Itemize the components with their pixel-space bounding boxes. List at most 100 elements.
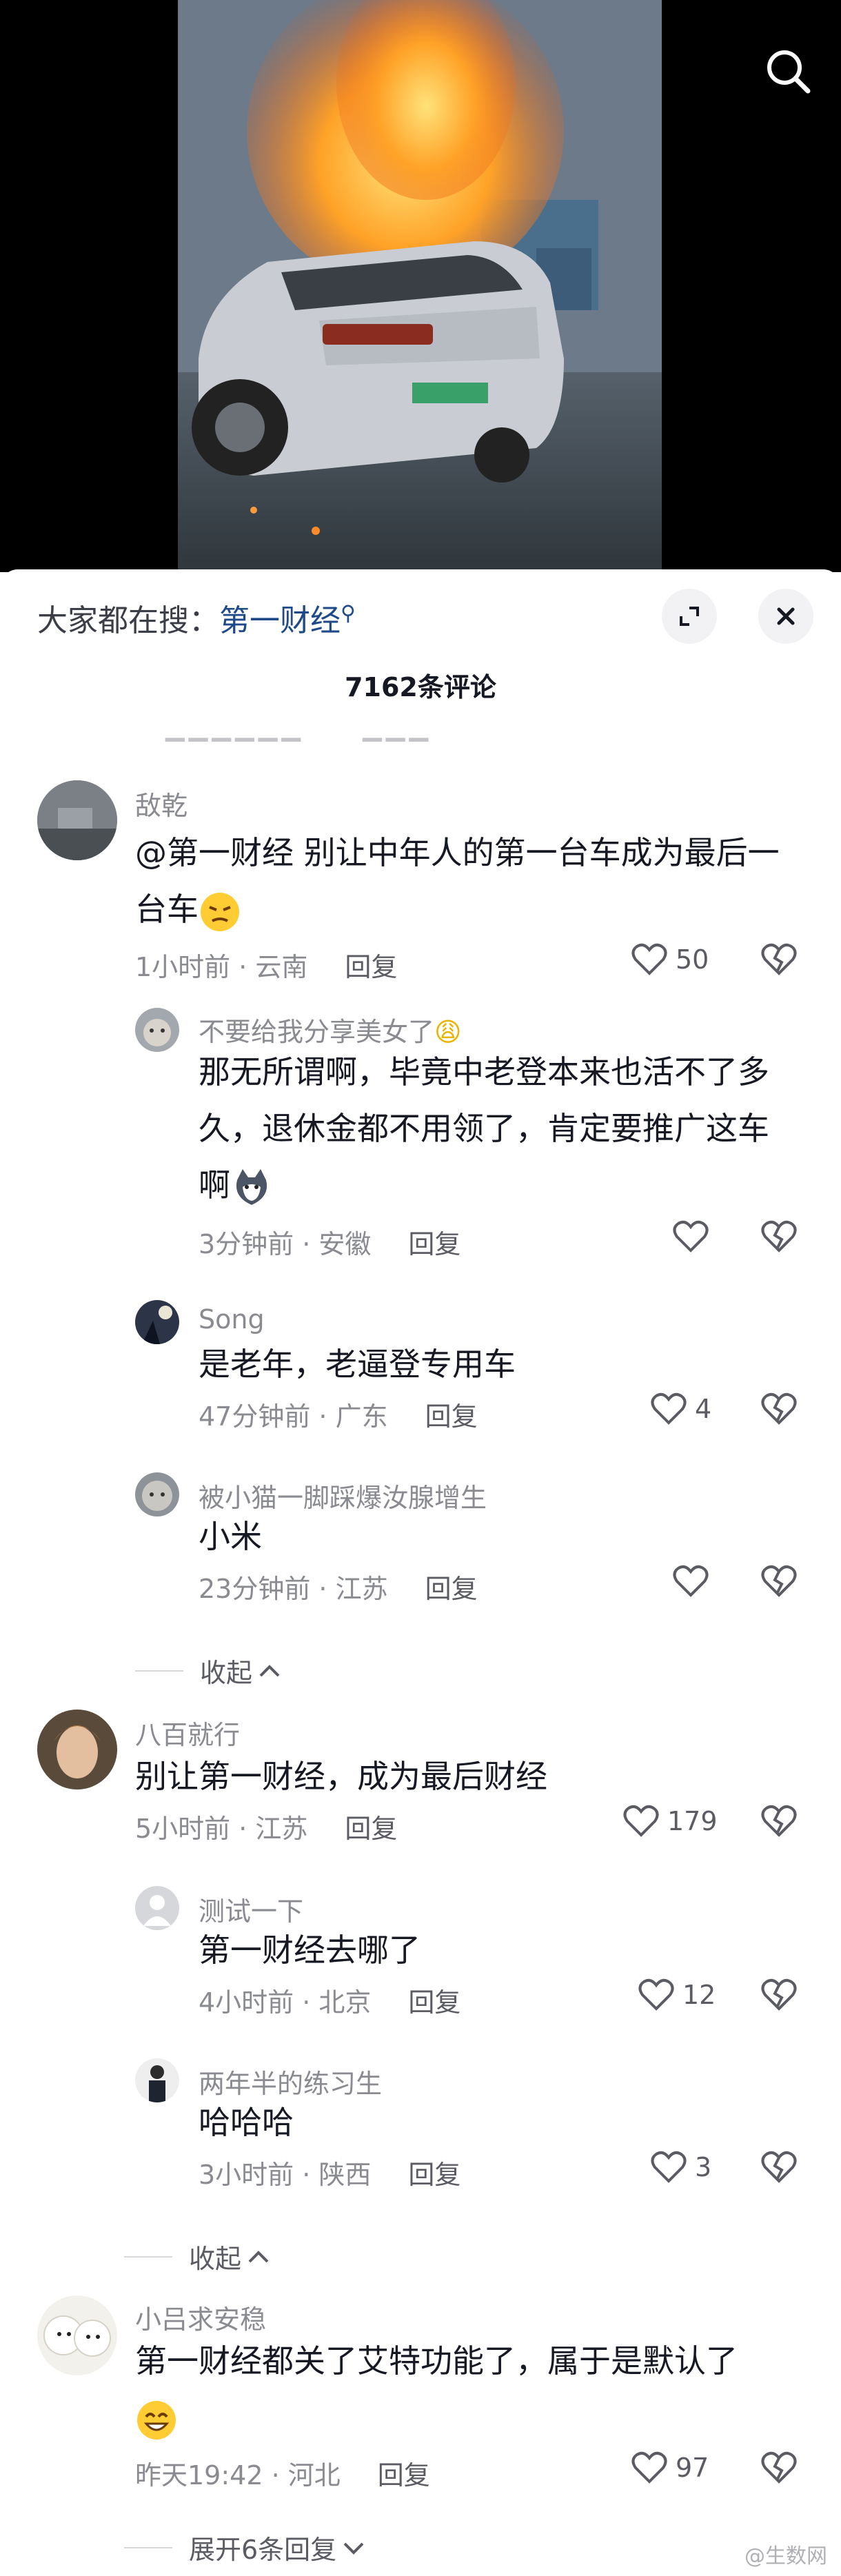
- reply-button[interactable]: 回复: [425, 1574, 478, 1604]
- annoyed-emoji-icon: [201, 892, 239, 931]
- broken-heart-icon: [761, 1978, 797, 2011]
- divider: [124, 2255, 172, 2258]
- like-button[interactable]: [673, 1565, 717, 1598]
- reply-text-line: 久，退休金都不用领了，肯定要推广这车: [199, 1110, 769, 1147]
- like-count: 4: [695, 1394, 712, 1424]
- reply-button[interactable]: 回复: [408, 1229, 460, 1259]
- person-avatar: [135, 2058, 179, 2102]
- reply-text-line: 小米: [199, 1518, 262, 1555]
- username[interactable]: Song: [199, 1304, 265, 1335]
- trending-search[interactable]: 大家都在搜：第一财经⚲: [37, 596, 356, 640]
- reply-button[interactable]: 回复: [425, 1401, 478, 1432]
- reply-button[interactable]: 回复: [345, 952, 397, 982]
- heart-icon: [673, 1220, 709, 1252]
- like-button[interactable]: 4: [651, 1392, 711, 1426]
- username[interactable]: 敌乾: [135, 784, 188, 822]
- reply-meta: 3分钟前 · 安徽 回复: [199, 1223, 460, 1261]
- like-button[interactable]: 97: [631, 2451, 709, 2484]
- avatar[interactable]: [135, 1300, 179, 1344]
- username[interactable]: 不要给我分享美女了😩: [199, 1011, 462, 1048]
- like-button[interactable]: [673, 1220, 717, 1253]
- comment-text-line: 第一财经都关了艾特功能了，属于是默认了: [135, 2342, 738, 2380]
- like-count: 50: [676, 944, 709, 975]
- trending-search-term[interactable]: 第一财经: [219, 603, 341, 638]
- faded-scroll-text: ▁▁▁▁▁▁ ▁▁▁: [165, 713, 433, 742]
- reply-text-line: 是老年，老逼登专用车: [199, 1346, 516, 1383]
- broken-heart-icon: [761, 1220, 797, 1252]
- comment-sheet: 大家都在搜：第一财经⚲ 7162条评论 ▁▁▁▁▁▁ ▁▁▁ 敌乾 @第一财经 …: [0, 569, 841, 2576]
- search-button[interactable]: [760, 43, 818, 101]
- avatar[interactable]: [135, 1886, 179, 1930]
- burning-car-image: [178, 0, 662, 572]
- reply-text-line: 第一财经去哪了: [199, 1931, 420, 1969]
- like-button[interactable]: 3: [651, 2151, 711, 2184]
- collapse-replies-button[interactable]: 收起: [135, 1652, 281, 1690]
- comment-meta: 5小时前 · 江苏 回复: [135, 1807, 397, 1845]
- comment-meta: 1小时前 · 云南 回复: [135, 946, 397, 984]
- reply-button[interactable]: 回复: [378, 2460, 430, 2491]
- avatar[interactable]: [135, 1008, 179, 1052]
- reply-button[interactable]: 回复: [408, 1987, 460, 2018]
- expand-replies-button[interactable]: 展开6条回复: [124, 2528, 365, 2566]
- comment-count: 7162条评论: [345, 672, 496, 702]
- reply-time-location: 4小时前 · 北京: [199, 1987, 372, 2018]
- comment-text-end: 台车: [135, 891, 199, 928]
- avatar[interactable]: [37, 1710, 117, 1789]
- default-avatar: [135, 1886, 179, 1930]
- cat-avatar: [135, 1008, 179, 1052]
- reply-meta: 23分钟前 · 江苏 回复: [199, 1568, 478, 1605]
- dislike-button[interactable]: [761, 1565, 797, 1601]
- broken-heart-icon: [761, 1565, 797, 1597]
- comment-text-line-2: 台车: [135, 881, 811, 937]
- reply-button[interactable]: 回复: [345, 1814, 397, 1844]
- reply-meta: 3小时前 · 陕西 回复: [199, 2153, 460, 2191]
- trending-search-prefix: 大家都在搜：: [37, 603, 219, 638]
- expand-icon: [680, 607, 699, 626]
- reply-text: 那无所谓啊，毕竟中老登本来也活不了多 久，退休金都不用领了，肯定要推广这车 啊: [199, 1044, 819, 1213]
- comment-text: 别让第一财经，成为最后财经: [135, 1748, 811, 1805]
- chevron-up-icon: [248, 2250, 269, 2262]
- collapse-label: 收起: [189, 2244, 242, 2274]
- username[interactable]: 小吕求安稳: [135, 2298, 266, 2336]
- username[interactable]: 八百就行: [135, 1714, 240, 1752]
- dislike-button[interactable]: [761, 2451, 797, 2487]
- dislike-button[interactable]: [761, 943, 797, 979]
- grinning-emoji-icon: [137, 2400, 176, 2440]
- avatar-photo: [37, 780, 117, 860]
- close-button[interactable]: [758, 589, 813, 644]
- comment-text-line-2: [135, 2389, 811, 2446]
- comment-text: 第一财经都关了艾特功能了，属于是默认了: [135, 2333, 811, 2446]
- reply-text-end: 啊: [199, 1166, 230, 1204]
- dislike-button[interactable]: [761, 1220, 797, 1256]
- portrait-avatar: [37, 1710, 117, 1789]
- dislike-button[interactable]: [761, 1978, 797, 2014]
- expand-button[interactable]: [662, 589, 717, 644]
- reply-text: 哈哈哈: [199, 2094, 819, 2151]
- broken-heart-icon: [761, 943, 797, 975]
- avatar[interactable]: [135, 2058, 179, 2102]
- collapse-label: 收起: [200, 1658, 253, 1688]
- like-button[interactable]: 12: [638, 1978, 716, 2011]
- avatar[interactable]: [37, 2295, 117, 2375]
- like-count: 179: [667, 1806, 718, 1836]
- reply-text: 小米: [199, 1508, 819, 1565]
- watermark: @生数网: [744, 2544, 827, 2568]
- video-player[interactable]: [0, 0, 841, 572]
- reply-button[interactable]: 回复: [408, 2160, 460, 2190]
- like-button[interactable]: 179: [623, 1805, 718, 1838]
- broken-heart-icon: [761, 2151, 797, 2183]
- heart-icon: [638, 1978, 674, 2011]
- like-button[interactable]: 50: [631, 943, 709, 976]
- collapse-replies-button[interactable]: 收起: [124, 2238, 270, 2275]
- reply-text-line: 那无所谓啊，毕竟中老登本来也活不了多: [199, 1053, 769, 1091]
- cat-avatar: [135, 1472, 179, 1517]
- search-icon: [767, 50, 811, 94]
- broken-heart-icon: [761, 1392, 797, 1425]
- comment-meta: 昨天19:42 · 河北 回复: [135, 2454, 430, 2492]
- avatar[interactable]: [37, 780, 117, 860]
- avatar[interactable]: [135, 1472, 179, 1517]
- dislike-button[interactable]: [761, 1805, 797, 1840]
- comment-time-location: 5小时前 · 江苏: [135, 1814, 308, 1844]
- dislike-button[interactable]: [761, 2151, 797, 2187]
- dislike-button[interactable]: [761, 1392, 797, 1428]
